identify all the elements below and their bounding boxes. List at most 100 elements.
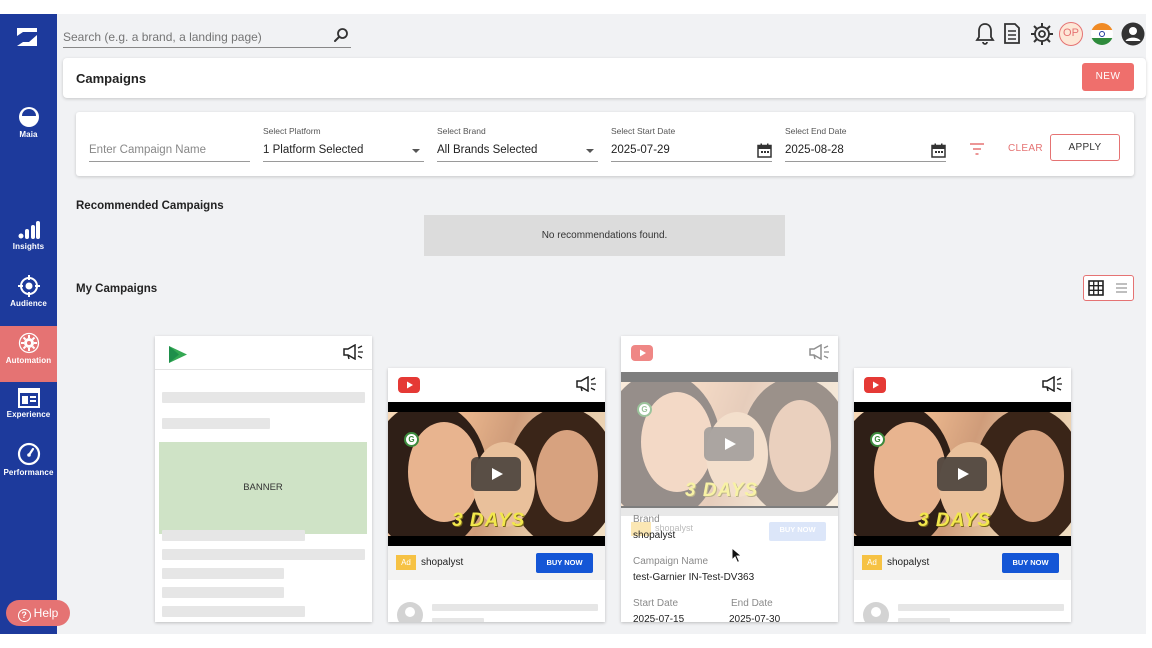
placeholder-line [432, 604, 598, 611]
brand-logo-icon: G [637, 402, 652, 417]
sidebar-item-label: Automation [5, 356, 52, 365]
megaphone-icon[interactable] [809, 344, 830, 360]
video-thumbnail[interactable]: G 3 DAYS [621, 372, 838, 516]
speedometer-icon [17, 442, 40, 466]
brand-logo-icon: G [870, 432, 885, 447]
megaphone-icon[interactable] [343, 344, 364, 360]
app-logo-icon[interactable] [15, 26, 39, 48]
brand-label: Brand [633, 514, 660, 525]
sidebar-item-label: Audience [10, 299, 47, 308]
gear-icon [18, 332, 39, 354]
search-input[interactable] [63, 26, 323, 44]
search-box [63, 26, 351, 48]
advertiser-name: shopalyst [887, 557, 930, 568]
campaigns-header: Campaigns NEW [63, 58, 1146, 98]
video-thumbnail[interactable]: G 3 DAYS [388, 402, 605, 546]
profile-initials-icon[interactable]: OP [1059, 22, 1083, 46]
campaign-name-value: test-Garnier IN-Test-DV363 [633, 572, 755, 583]
clear-button[interactable]: CLEAR [1008, 143, 1043, 154]
avatar [863, 602, 889, 622]
view-toggle [1083, 275, 1134, 301]
card-header [388, 368, 605, 402]
megaphone-icon[interactable] [576, 376, 597, 392]
filter-bar: Enter Campaign Name Select Platform 1 Pl… [76, 112, 1134, 176]
placeholder-line [162, 587, 284, 598]
campaign-name-input[interactable]: Enter Campaign Name [89, 144, 206, 156]
card-header [155, 336, 372, 370]
start-date-value: 2025-07-29 [611, 144, 670, 156]
calendar-icon[interactable] [757, 143, 772, 158]
end-date-field[interactable]: Select End Date 2025-08-28 [785, 112, 946, 176]
ad-tag: Ad [396, 555, 416, 570]
campaign-name-field[interactable]: Enter Campaign Name [89, 112, 250, 176]
sidebar-item-label: Insights [12, 242, 45, 251]
placeholder-line [162, 530, 305, 541]
chevron-down-icon [412, 149, 420, 153]
placeholder-line [432, 618, 484, 622]
app-window: Maia Insights Audience Automation Experi… [0, 14, 1146, 634]
india-flag-icon[interactable] [1090, 22, 1114, 46]
campaign-card[interactable]: BANNER [155, 336, 372, 622]
maia-icon [18, 107, 39, 127]
sidebar: Maia Insights Audience Automation Experi… [0, 14, 57, 634]
sidebar-item-label: Maia [19, 130, 38, 139]
sidebar-item-audience[interactable]: Audience [0, 275, 57, 331]
play-icon[interactable] [937, 457, 987, 491]
sidebar-item-experience[interactable]: Experience [0, 388, 57, 444]
campaign-card-hovered[interactable]: G 3 DAYS shopalyst BUY NOW Brand shopaly… [621, 336, 838, 622]
google-play-icon [169, 346, 187, 363]
megaphone-icon[interactable] [1042, 376, 1063, 392]
placeholder-line [898, 618, 950, 622]
youtube-icon [631, 345, 653, 361]
video-overlay-text: 3 DAYS [685, 480, 759, 501]
start-date-field[interactable]: Select Start Date 2025-07-29 [611, 112, 772, 176]
platform-select-label: Select Platform [263, 126, 321, 136]
recommended-title: Recommended Campaigns [76, 200, 224, 212]
end-date-value: 2025-07-30 [729, 614, 781, 622]
buy-now-button[interactable]: BUY NOW [536, 553, 593, 573]
account-icon[interactable] [1121, 22, 1145, 46]
grid-view-icon[interactable] [1084, 276, 1109, 300]
settings-icon[interactable] [1030, 22, 1054, 46]
sidebar-item-automation[interactable]: Automation [0, 326, 57, 382]
sidebar-item-label: Experience [6, 410, 51, 419]
apply-button[interactable]: APPLY [1050, 134, 1120, 161]
buy-now-button[interactable]: BUY NOW [1002, 553, 1059, 573]
new-campaign-button[interactable]: NEW [1082, 63, 1134, 91]
sidebar-item-maia[interactable]: Maia [0, 106, 57, 162]
bell-icon[interactable] [975, 22, 995, 46]
video-thumbnail[interactable]: G 3 DAYS [854, 402, 1071, 546]
buy-now-label-faded: BUY NOW [779, 525, 816, 534]
calendar-icon[interactable] [931, 143, 946, 158]
brand-select-label: Select Brand [437, 126, 486, 136]
sidebar-item-performance[interactable]: Performance [0, 442, 57, 498]
platform-select[interactable]: Select Platform 1 Platform Selected [263, 112, 424, 176]
campaign-card[interactable]: G 3 DAYS Ad shopalyst BUY NOW [854, 368, 1071, 622]
video-overlay-text: 3 DAYS [918, 510, 992, 531]
help-button[interactable]: ? Help [6, 600, 70, 626]
ad-footer: Ad shopalyst BUY NOW [388, 546, 605, 580]
filter-icon[interactable] [970, 143, 984, 155]
page-title: Campaigns [76, 71, 147, 86]
brand-value: shopalyst [633, 530, 676, 541]
ad-footer: Ad shopalyst BUY NOW [854, 546, 1071, 580]
end-date-label: End Date [731, 598, 773, 609]
start-date-label: Start Date [633, 598, 679, 609]
list-view-icon[interactable] [1109, 276, 1134, 300]
search-icon[interactable] [333, 27, 349, 43]
end-date-value: 2025-08-28 [785, 144, 844, 156]
placeholder-line [162, 606, 305, 617]
play-icon[interactable] [471, 457, 521, 491]
avatar [397, 602, 423, 622]
campaign-card[interactable]: G 3 DAYS Ad shopalyst BUY NOW [388, 368, 605, 622]
brand-select[interactable]: Select Brand All Brands Selected [437, 112, 598, 176]
end-date-label: Select End Date [785, 126, 847, 136]
question-icon: ? [17, 609, 31, 622]
play-icon[interactable] [704, 427, 754, 461]
banner-placeholder: BANNER [159, 442, 367, 534]
start-date-value: 2025-07-15 [633, 614, 685, 622]
placeholder-line [162, 549, 365, 560]
document-icon[interactable] [1003, 22, 1021, 46]
card-header [854, 368, 1071, 402]
sidebar-item-insights[interactable]: Insights [0, 220, 57, 276]
